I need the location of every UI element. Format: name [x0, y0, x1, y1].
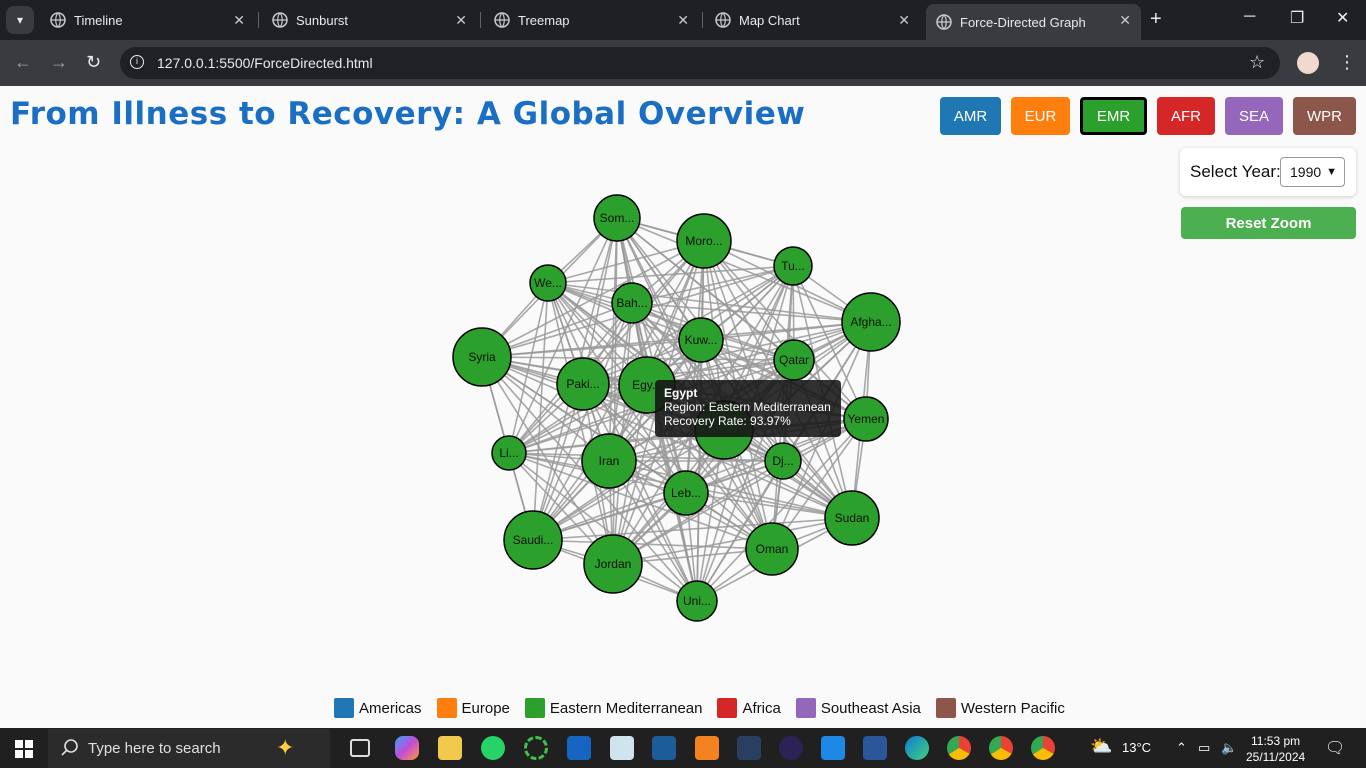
legend-item: Europe [436, 698, 510, 718]
legend-item: Africa [717, 698, 781, 718]
graph-node[interactable]: Kuw... [678, 317, 724, 363]
eclipse-icon[interactable] [779, 736, 803, 760]
legend-item: Western Pacific [935, 698, 1065, 718]
node-label: Jordan [595, 557, 632, 571]
tooltip-region: Region: Eastern Mediterranean [664, 400, 831, 414]
vscode-icon[interactable] [821, 736, 845, 760]
chrome-active-icon[interactable] [1031, 736, 1055, 760]
node-label: Iran [599, 454, 620, 468]
graph-node[interactable]: Saudi... [503, 510, 563, 570]
chrome-icon[interactable] [947, 736, 971, 760]
node-label: Bah... [616, 296, 647, 310]
copilot-sparkle-icon[interactable]: ✦ [276, 735, 294, 761]
node-label: Li... [499, 446, 518, 460]
region-legend: Americas Europe Eastern Mediterranean Afric… [334, 697, 1080, 719]
sublime-text-icon[interactable] [695, 736, 719, 760]
legend-label: Africa [742, 699, 781, 717]
battery-icon[interactable]: ▭ [1198, 740, 1210, 756]
chrome-profile-icon[interactable] [989, 736, 1013, 760]
graph-node[interactable]: We... [529, 264, 567, 302]
graph-node[interactable]: Uni... [676, 580, 718, 622]
copilot-icon[interactable] [395, 736, 419, 760]
graph-node[interactable]: Bah... [611, 282, 653, 324]
chevron-up-icon[interactable]: ⌃ [1176, 740, 1187, 756]
node-label: Moro... [685, 234, 722, 248]
graph-node[interactable]: Som... [593, 194, 641, 242]
weather-icon[interactable]: ⛅ [1090, 736, 1112, 757]
tooltip-recovery-rate: Recovery Rate: 93.97% [664, 414, 791, 428]
node-label: Dj... [772, 454, 793, 468]
legend-item: Southeast Asia [795, 698, 921, 718]
clock-time: 11:53 pm [1251, 734, 1301, 748]
sync-icon[interactable] [524, 736, 548, 760]
snowflake-app-icon[interactable] [610, 736, 634, 760]
task-view-icon[interactable] [350, 739, 370, 757]
taskbar-search-placeholder: Type here to search [88, 740, 221, 757]
graph-node[interactable]: Leb... [663, 470, 709, 516]
node-label: Yemen [848, 412, 885, 426]
node-label: Qatar [779, 353, 809, 367]
node-label: Kuw... [685, 333, 718, 347]
legend-swatch [717, 698, 738, 718]
node-label: Paki... [566, 377, 599, 391]
notifications-icon[interactable]: 🗨 [1325, 738, 1345, 758]
graph-node[interactable]: Dj... [764, 442, 802, 480]
system-clock[interactable]: 11:53 pm 25/11/2024 [1246, 733, 1305, 765]
graph-node[interactable]: Afgha... [841, 292, 901, 352]
node-tooltip: Egypt Region: Eastern Mediterranean Reco… [655, 380, 841, 437]
node-label: Sudan [835, 511, 870, 525]
node-label: Leb... [671, 486, 701, 500]
legend-swatch [334, 698, 354, 718]
legend-label: Western Pacific [960, 699, 1065, 717]
search-icon [61, 739, 78, 756]
graph-node[interactable]: Iran [581, 433, 637, 489]
legend-swatch [795, 698, 816, 718]
legend-label: Eastern Mediterranean [549, 699, 703, 717]
graph-node[interactable]: Jordan [583, 534, 643, 594]
file-explorer-icon[interactable] [438, 736, 462, 760]
node-label: Saudi... [513, 533, 554, 547]
legend-label: Southeast Asia [820, 699, 921, 717]
node-label: Tu... [781, 259, 805, 273]
speaker-icon[interactable]: 🔈 [1221, 740, 1237, 756]
legend-item: Americas [334, 698, 422, 718]
graph-node[interactable]: Qatar [773, 339, 815, 381]
legend-label: Europe [461, 699, 510, 717]
node-label: Som... [600, 211, 635, 225]
edge-icon[interactable] [905, 736, 929, 760]
graph-node[interactable]: Yemen [843, 396, 889, 442]
force-directed-graph[interactable]: Som... Moro... Tu... We... Bah... Afgha... Kuw… [0, 0, 1366, 700]
graph-node[interactable]: Oman [745, 522, 799, 576]
devtoys-icon[interactable] [567, 736, 591, 760]
graph-node[interactable]: Tu... [773, 246, 813, 286]
clock-date: 25/11/2024 [1246, 750, 1306, 764]
graph-node[interactable]: Paki... [556, 357, 610, 411]
legend-swatch [935, 698, 956, 718]
legend-swatch [436, 698, 457, 718]
mysql-workbench-icon[interactable] [737, 736, 761, 760]
legend-label: Americas [359, 699, 422, 717]
legend-swatch [524, 698, 545, 718]
graph-node[interactable]: Moro... [676, 213, 732, 269]
node-label: Syria [468, 350, 496, 364]
graph-node[interactable]: Syria [452, 327, 512, 387]
legend-item: Eastern Mediterranean [524, 698, 703, 718]
node-label: We... [534, 276, 562, 290]
network-app-icon[interactable] [652, 736, 676, 760]
graph-node[interactable]: Sudan [824, 490, 880, 546]
node-label: Afgha... [850, 315, 891, 329]
tooltip-country: Egypt [664, 386, 698, 400]
node-label: Uni... [683, 594, 711, 608]
node-label: Oman [756, 542, 789, 556]
temperature: 13°C [1122, 740, 1152, 755]
windows-start-icon[interactable] [15, 740, 33, 758]
whatsapp-icon[interactable] [481, 736, 505, 760]
graph-node[interactable]: Li... [491, 435, 527, 471]
word-icon[interactable] [863, 736, 887, 760]
